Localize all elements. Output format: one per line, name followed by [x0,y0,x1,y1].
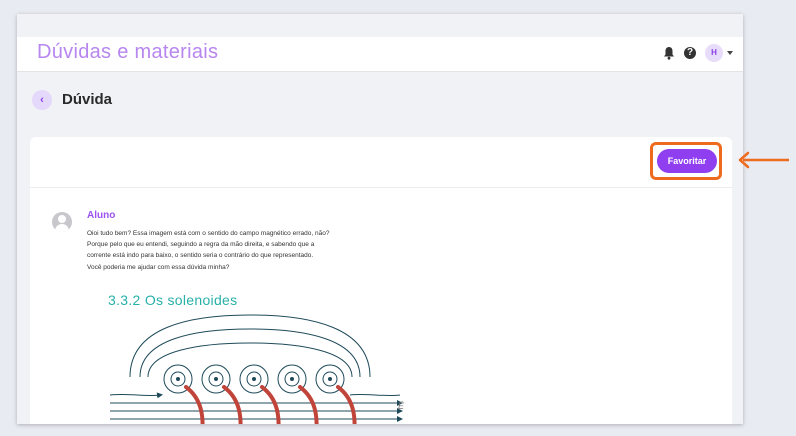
question-line: Porque pelo que eu entendi, seguindo a r… [87,241,315,249]
question-text: Oioi tudo bem? Essa imagem está com o se… [87,228,407,273]
author-name: Aluno [87,210,116,221]
back-icon[interactable]: ‹ [32,90,52,110]
question-line: Você poderia me ajudar com essa dúvida m… [87,263,230,271]
avatar[interactable]: H [705,44,723,62]
top-bar: Dúvidas e materiais ? H [17,37,743,72]
figure-title: 3.3.2 Os solenoides [108,292,238,308]
app-window: Dúvidas e materiais ? H ‹ Dúvida Favorit… [17,14,743,424]
help-icon[interactable]: ? [684,47,696,59]
chevron-down-icon[interactable] [727,51,733,55]
top-icons: ? H [663,44,733,62]
question-card: Favoritar Aluno Oioi tudo bem? Essa imag… [30,137,732,424]
app-title: Dúvidas e materiais [37,41,219,63]
figure-glyph: É [398,401,405,411]
card-header: Favoritar [30,137,732,188]
question-line: Oioi tudo bem? Essa imagem está com o se… [87,230,330,237]
user-icon [52,212,72,232]
highlight-box [650,142,722,180]
question-line: corrente está indo para baixo, o sentido… [87,252,314,260]
bell-icon[interactable] [663,46,675,60]
arrow-left-icon [738,151,789,169]
page-title: Dúvida [62,91,113,108]
solenoid-diagram [109,314,403,424]
